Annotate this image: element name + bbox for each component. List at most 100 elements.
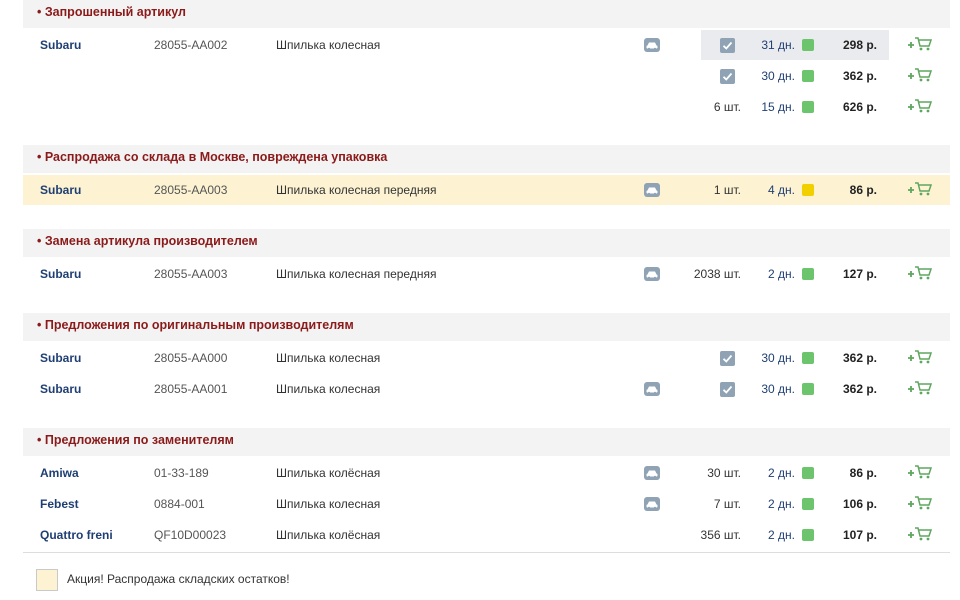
add-to-cart-icon[interactable] [907,92,933,122]
availability-status-icon [802,374,814,404]
add-to-cart-icon[interactable] [907,520,933,550]
table-divider [23,552,950,553]
stock-quantity: 1 шт. [713,183,741,197]
part-description: Шпилька колесная [276,351,381,365]
status-square [802,101,814,113]
availability-status-icon [802,92,814,122]
article-number: 01-33-189 [154,466,209,480]
offer-row[interactable]: Febest 0884-001 Шпилька колесная 7 шт. 2 дн.… [23,489,950,519]
availability-status-icon [802,489,814,519]
stock-quantity: 356 шт. [700,528,741,542]
stock-quantity: 7 шт. [713,497,741,511]
availability-status-icon [802,61,814,91]
brand-link[interactable]: Subaru [40,175,81,205]
brand-link[interactable]: Amiwa [40,458,79,488]
status-square [802,498,814,510]
stock-quantity: 30 шт. [707,466,741,480]
part-description: Шпилька колесная [276,38,381,52]
delivery-days: 30 дн. [761,351,795,365]
offer-row[interactable]: Quattro freni QF10D00023 Шпилька колёсная 3… [23,520,950,550]
offer-row[interactable]: 6 шт. 15 дн. 626 р. [23,92,950,122]
delivery-days: 30 дн. [761,69,795,83]
brand-link[interactable]: Subaru [40,343,81,373]
part-description: Шпилька колесная передняя [276,183,437,197]
offer-row[interactable]: Subaru 28055-AA003 Шпилька колесная передн… [23,175,950,205]
brand-link[interactable]: Subaru [40,259,81,289]
status-square [802,268,814,280]
checkbox-checked-icon[interactable] [720,374,736,404]
status-square [802,352,814,364]
car-icon[interactable] [644,458,660,488]
promo-legend-text: Акция! Распродажа складских остатков! [67,572,290,586]
stock-quantity: 2038 шт. [693,267,741,281]
car-icon[interactable] [644,175,660,205]
offer-row[interactable]: 30 дн. 362 р. [23,61,950,91]
part-description: Шпилька колёсная [276,528,381,542]
car-icon[interactable] [644,259,660,289]
section-title: • Предложения по оригинальным производит… [23,313,950,341]
price: 626 р. [842,100,877,114]
part-description: Шпилька колёсная [276,466,381,480]
section-title: • Запрошенный артикул [23,0,950,28]
result-section: • Замена артикула производителем Subaru 28… [23,229,950,281]
checkbox-checked-icon[interactable] [720,30,736,60]
availability-status-icon [802,343,814,373]
price: 86 р. [849,183,877,197]
checkbox-checked-icon[interactable] [720,61,736,91]
delivery-days: 30 дн. [761,382,795,396]
car-icon[interactable] [644,30,660,60]
availability-status-icon [802,520,814,550]
stock-quantity: 6 шт. [713,100,741,114]
brand-link[interactable]: Febest [40,489,79,519]
add-to-cart-icon[interactable] [907,458,933,488]
offer-row[interactable]: Subaru 28055-AA003 Шпилька колесная передн… [23,259,950,289]
article-number: 28055-AA002 [154,38,228,52]
promo-color-swatch [36,569,58,591]
car-icon[interactable] [644,489,660,519]
part-description: Шпилька колесная передняя [276,267,437,281]
add-to-cart-icon[interactable] [907,259,933,289]
price: 298 р. [842,38,877,52]
status-square [802,529,814,541]
section-title: • Предложения по заменителям [23,428,950,456]
article-number: 28055-AA000 [154,351,228,365]
article-number: 28055-AA001 [154,382,228,396]
car-icon[interactable] [644,374,660,404]
price: 362 р. [842,351,877,365]
offer-row[interactable]: Subaru 28055-AA002 Шпилька колесная 31 дн. 2… [23,30,950,60]
offer-row[interactable]: Subaru 28055-AA001 Шпилька колесная 30 дн. 3… [23,374,950,404]
result-section: • Распродажа со склада в Москве, поврежд… [23,145,950,205]
status-square [802,184,814,196]
add-to-cart-icon[interactable] [907,343,933,373]
delivery-days: 2 дн. [768,267,795,281]
price: 107 р. [842,528,877,542]
add-to-cart-icon[interactable] [907,30,933,60]
status-square [802,70,814,82]
checkbox-checked-icon[interactable] [720,343,736,373]
delivery-days: 15 дн. [761,100,795,114]
brand-link[interactable]: Quattro freni [40,520,113,550]
article-number: 28055-AA003 [154,267,228,281]
price: 362 р. [842,382,877,396]
article-number: 0884-001 [154,497,205,511]
add-to-cart-icon[interactable] [907,374,933,404]
availability-status-icon [802,30,814,60]
price: 106 р. [842,497,877,511]
availability-status-icon [802,458,814,488]
section-title: • Распродажа со склада в Москве, поврежд… [23,145,950,173]
delivery-days: 2 дн. [768,528,795,542]
delivery-days: 31 дн. [761,38,795,52]
part-description: Шпилька колесная [276,382,381,396]
add-to-cart-icon[interactable] [907,175,933,205]
offer-row[interactable]: Subaru 28055-AA000 Шпилька колесная 30 дн. 3… [23,343,950,373]
offer-row[interactable]: Amiwa 01-33-189 Шпилька колёсная 30 шт. 2 дн… [23,458,950,488]
add-to-cart-icon[interactable] [907,489,933,519]
status-square [802,383,814,395]
add-to-cart-icon[interactable] [907,61,933,91]
result-section: • Предложения по оригинальным производит… [23,313,950,397]
brand-link[interactable]: Subaru [40,30,81,60]
section-title: • Замена артикула производителем [23,229,950,257]
status-square [802,39,814,51]
price: 86 р. [849,466,877,480]
brand-link[interactable]: Subaru [40,374,81,404]
